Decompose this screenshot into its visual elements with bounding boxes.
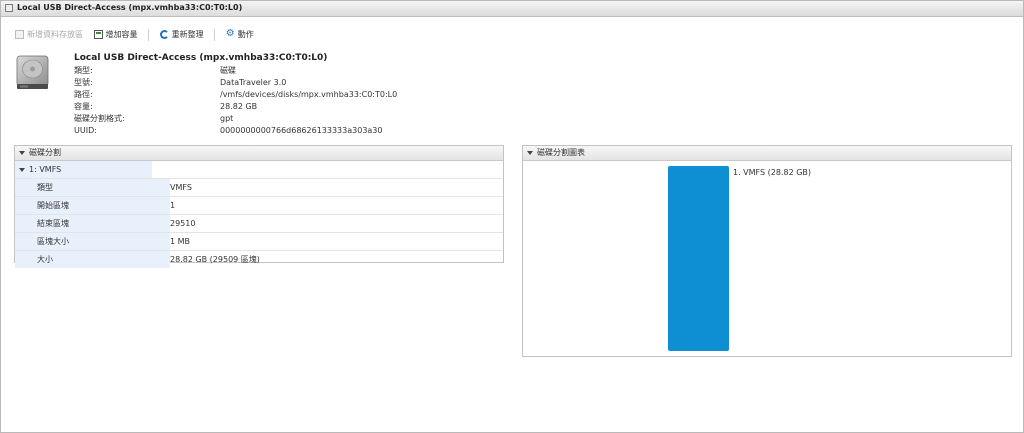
property-row-capacity: 容量: 28.82 GB	[74, 101, 397, 113]
gear-icon: ⚙	[225, 28, 235, 39]
property-row-model: 型號: DataTraveler 3.0	[74, 77, 397, 89]
partition-row-end-sector: 結束區塊 29510	[15, 215, 503, 233]
property-row-partition-format: 磁碟分割格式: gpt	[74, 113, 397, 125]
collapse-caret-icon	[19, 150, 25, 155]
property-value: /vmfs/devices/disks/mpx.vmhba33:C0:T0:L0	[220, 90, 398, 99]
title-bar: Local USB Direct-Access (mpx.vmhba33:C0:…	[1, 1, 1023, 17]
refresh-icon	[159, 30, 169, 39]
expand-caret-icon	[19, 167, 25, 172]
rescan-label: 重新整理	[171, 30, 204, 39]
actions-label: 動作	[237, 30, 254, 39]
partitions-panel: 磁碟分割 1: VMFS 類型 VMFS 開始區塊 1 結束區塊 29510 區…	[14, 145, 504, 268]
property-value: 28.82 GB	[220, 102, 258, 111]
disk-drive-icon	[16, 55, 49, 89]
property-label: 型號:	[74, 78, 93, 87]
property-label: UUID:	[74, 126, 97, 135]
add-capacity-icon	[93, 30, 103, 39]
actions-button[interactable]: ⚙ 動作	[226, 29, 254, 41]
partition-diagram-title: 磁碟分割圖表	[537, 148, 585, 157]
property-value: 0000000000766d68626133333a303a30	[220, 126, 383, 135]
partition-row-type: 類型 VMFS	[15, 179, 503, 197]
disk-details-window: Local USB Direct-Access (mpx.vmhba33:C0:…	[0, 0, 1024, 433]
partition-group-label: 1: VMFS	[15, 161, 152, 178]
window-title: Local USB Direct-Access (mpx.vmhba33:C0:…	[17, 3, 243, 12]
partition-group-name: 1: VMFS	[29, 165, 62, 174]
partition-diagram-header[interactable]: 磁碟分割圖表	[523, 146, 1011, 161]
vmfs-partition-label: 1. VMFS (28.82 GB)	[733, 168, 812, 177]
toolbar-separator	[148, 29, 150, 41]
new-datastore-button[interactable]: 新增資料存放區	[15, 29, 83, 41]
partition-row-block-size: 區塊大小 1 MB	[15, 233, 503, 251]
property-row-uuid: UUID: 0000000000766d68626133333a303a30	[74, 125, 397, 137]
property-row-type: 類型: 磁碟	[74, 65, 397, 77]
partition-row-value: 29510	[170, 219, 196, 228]
rescan-button[interactable]: 重新整理	[159, 29, 204, 41]
property-label: 路徑:	[74, 90, 93, 99]
partition-row-value: 1	[170, 201, 176, 210]
new-datastore-label: 新增資料存放區	[27, 30, 83, 39]
partition-row-value: 1 MB	[170, 237, 191, 246]
partitions-panel-header[interactable]: 磁碟分割	[15, 146, 503, 161]
vmfs-partition-bar[interactable]	[668, 166, 729, 351]
partition-row-size: 大小 28.82 GB (29509 區塊)	[15, 251, 503, 268]
partition-row-label: 大小	[15, 251, 170, 268]
property-value: DataTraveler 3.0	[220, 78, 287, 87]
partition-diagram-panel: 磁碟分割圖表 1. VMFS (28.82 GB)	[522, 145, 1012, 357]
partition-row-label: 類型	[15, 179, 170, 196]
toolbar: 新增資料存放區 增加容量 重新整理 ⚙ 動作	[15, 29, 262, 41]
add-capacity-button[interactable]: 增加容量	[93, 29, 138, 41]
partition-row-label: 開始區塊	[15, 197, 170, 214]
partition-row-label: 區塊大小	[15, 233, 170, 250]
partition-row-start-sector: 開始區塊 1	[15, 197, 503, 215]
partition-group-row[interactable]: 1: VMFS	[15, 161, 503, 179]
new-datastore-icon	[15, 30, 24, 39]
collapse-caret-icon	[527, 150, 533, 155]
device-properties: 類型: 磁碟 型號: DataTraveler 3.0 路徑: /vmfs/devic…	[74, 65, 397, 137]
partition-diagram: 1. VMFS (28.82 GB)	[523, 160, 1011, 356]
property-label: 磁碟分割格式:	[74, 114, 125, 123]
property-label: 容量:	[74, 102, 93, 111]
property-row-path: 路徑: /vmfs/devices/disks/mpx.vmhba33:C0:T0…	[74, 89, 397, 101]
partitions-panel-title: 磁碟分割	[29, 148, 61, 157]
window-icon	[5, 4, 13, 12]
partition-row-value: 28.82 GB (29509 區塊)	[170, 255, 260, 264]
add-capacity-label: 增加容量	[105, 30, 138, 39]
toolbar-separator	[214, 29, 216, 41]
property-value: gpt	[220, 114, 234, 123]
partition-row-value: VMFS	[170, 183, 192, 192]
property-label: 類型:	[74, 66, 93, 75]
property-value: 磁碟	[220, 66, 236, 75]
device-name: Local USB Direct-Access (mpx.vmhba33:C0:…	[74, 53, 328, 63]
partitions-table: 1: VMFS 類型 VMFS 開始區塊 1 結束區塊 29510 區塊大小 1…	[15, 161, 503, 268]
partition-row-label: 結束區塊	[15, 215, 170, 232]
